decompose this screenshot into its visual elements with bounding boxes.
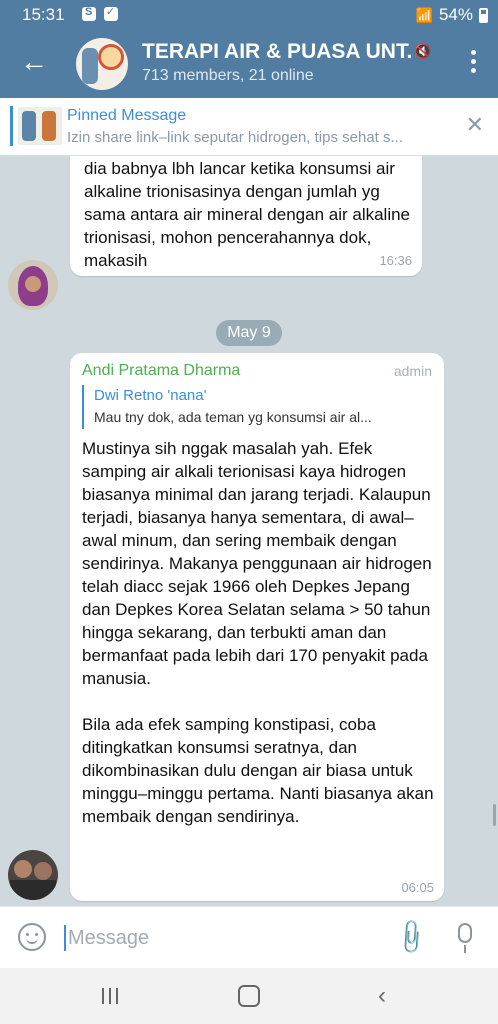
battery-icon (479, 7, 488, 23)
attach-icon[interactable]: 📎 (390, 917, 432, 959)
avatar-face (25, 276, 41, 292)
message-text: Mustinya sih nggak masalah yah. Efek sam… (82, 439, 434, 826)
quoted-sender: Dwi Retno 'nana' (94, 387, 207, 404)
home-icon[interactable] (238, 985, 260, 1007)
avatar-face (34, 862, 52, 880)
pinned-accent-bar (10, 106, 13, 146)
group-member-count: 713 members, 21 online (142, 67, 314, 84)
text-cursor (64, 925, 66, 951)
app-notification-icon (82, 6, 96, 21)
back-icon[interactable]: ‹ (378, 982, 386, 1010)
pinned-thumbnail (18, 107, 62, 145)
system-nav-bar: ‹ (0, 968, 498, 1024)
admin-badge: admin (393, 363, 432, 379)
date-divider: May 9 (216, 320, 282, 346)
status-indicators: 📶 54% (416, 5, 488, 25)
message-composer: 📎 (0, 906, 498, 968)
quoted-text: Mau tny dok, ada teman yg konsumsi air a… (94, 409, 372, 425)
close-icon[interactable]: ✕ (466, 112, 484, 138)
back-arrow-icon[interactable]: ← (20, 48, 50, 78)
pinned-message-bar[interactable]: Pinned Message Izin share link–link sepu… (0, 98, 498, 156)
message-bubble[interactable]: di minum air mineral biasa, malah mnurut… (70, 156, 422, 276)
status-time: 15:31 (22, 5, 65, 24)
scrollbar[interactable] (493, 804, 496, 826)
recent-apps-icon[interactable] (100, 986, 120, 1006)
battery-percent: 54% (438, 5, 473, 24)
quoted-message[interactable]: Dwi Retno 'nana' Mau tny dok, ada teman … (82, 385, 432, 429)
pinned-text: Izin share link–link seputar hidrogen, t… (67, 129, 404, 146)
emoji-icon[interactable] (18, 923, 46, 951)
message-input[interactable] (68, 921, 368, 955)
check-notification-icon (104, 5, 118, 21)
message-time: 06:05 (401, 880, 434, 895)
status-bar: 15:31 📶 54% (0, 0, 498, 30)
message-list[interactable]: di minum air mineral biasa, malah mnurut… (0, 156, 498, 906)
message-time: 16:36 (379, 253, 412, 268)
avatar-emblem (98, 44, 124, 70)
message-text: di minum air mineral biasa, malah mnurut… (84, 159, 411, 270)
avatar-body (10, 880, 56, 900)
group-avatar[interactable] (76, 38, 128, 90)
microphone-icon[interactable] (458, 923, 472, 953)
wifi-icon: 📶 (415, 6, 433, 23)
sender-name[interactable]: Andi Pratama Dharma (82, 362, 240, 380)
sender-avatar[interactable] (8, 260, 58, 310)
more-options-icon[interactable] (468, 50, 478, 76)
sender-avatar[interactable] (8, 850, 58, 900)
chat-header: ← TERAPI AIR & PUASA UNT... 🔇 713 member… (0, 30, 498, 98)
message-bubble-reply[interactable]: Andi Pratama Dharma admin Dwi Retno 'nan… (70, 353, 444, 901)
avatar-face (14, 860, 32, 878)
group-title[interactable]: TERAPI AIR & PUASA UNT... (142, 40, 412, 64)
pinned-title: Pinned Message (67, 107, 187, 124)
avatar-figure (82, 48, 98, 84)
muted-icon: 🔇 (414, 43, 432, 59)
